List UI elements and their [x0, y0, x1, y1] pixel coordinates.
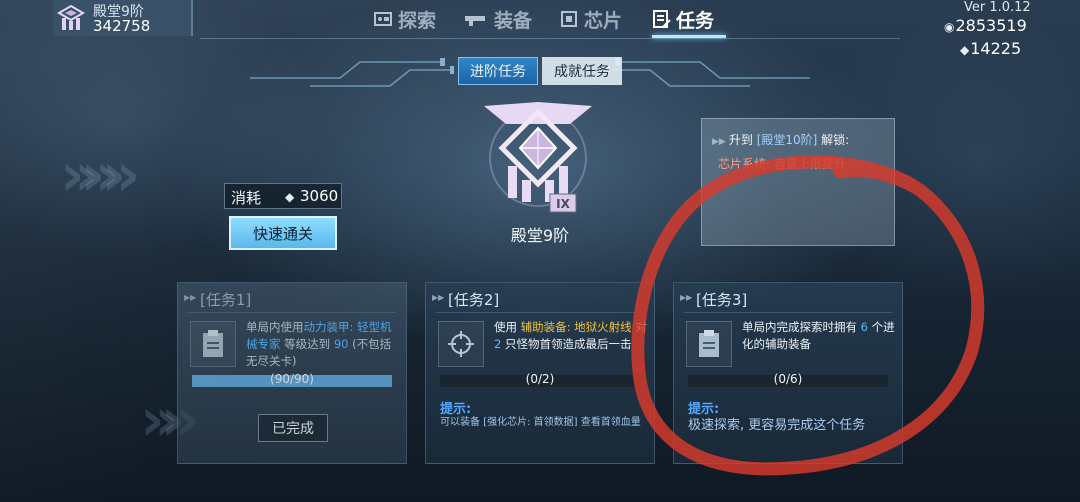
task-icon [653, 10, 671, 28]
desc-text: 单局内使用 [246, 320, 304, 334]
desc-number: 2 [494, 337, 502, 351]
quest-desc: 单局内使用动力装甲: 轻型机械专家 等级达到 90 (不包括无尽关卡) [246, 319, 402, 370]
top-nav: 探索 装备 芯片 任务 [360, 4, 740, 38]
quest-card-1: ▶▶ [任务1] 单局内使用动力装甲: 轻型机械专家 等级达到 90 (不包括无… [177, 282, 407, 464]
tab-chip[interactable]: 芯片 [558, 4, 622, 34]
sub-tabs: 进阶任务 成就任务 [458, 57, 626, 85]
card-divider [436, 312, 644, 313]
unlock-target: [殿堂10阶] [756, 133, 818, 147]
crystal-value: 14225 [970, 39, 1022, 58]
top-divider [200, 38, 900, 39]
coin-icon: ◉ [944, 20, 955, 34]
decorative-chevrons: »» [140, 385, 199, 455]
arrow-icon: ▶▶ [680, 293, 693, 302]
coin-value: 2853519 [955, 16, 1027, 35]
desc-number: 6 [860, 320, 868, 334]
player-score: 342758 [93, 17, 151, 35]
tab-task[interactable]: 任务 [650, 4, 714, 34]
coin-counter: ◉2853519 [944, 16, 1027, 35]
explore-icon [374, 12, 392, 26]
unlock-suffix: 解锁: [821, 133, 850, 147]
rank-emblem: IX [484, 102, 592, 213]
hint-text: 极速探索, 更容易完成这个任务 [688, 418, 866, 433]
player-card[interactable]: 殿堂9阶 342758 [53, 0, 193, 36]
unlock-title: ▶▶ 升到 [殿堂10阶] 解锁: [712, 131, 849, 148]
tab-achievement-tasks[interactable]: 成就任务 [542, 57, 622, 85]
tab-equipment[interactable]: 装备 [460, 4, 532, 34]
desc-text: 使用 [494, 320, 517, 334]
quest-desc: 使用 辅助装备: 地狱火射线 对 2 只怪物首领造成最后一击 [494, 319, 650, 353]
decorative-chevrons: »»» [60, 140, 140, 210]
completed-button[interactable]: 已完成 [258, 414, 328, 442]
tab-advanced-tasks[interactable]: 进阶任务 [458, 57, 538, 85]
quest-desc: 单局内完成探索时拥有 6 个进化的辅助装备 [742, 319, 898, 353]
hint-text: 可以装备 [强化芯片: 首领数据] 查看首领血量 [440, 417, 641, 428]
progress-text: (0/2) [525, 372, 555, 386]
rank-numeral: IX [556, 197, 570, 211]
clipboard-icon [686, 321, 732, 367]
arrow-icon: ▶▶ [184, 293, 197, 302]
tab-task-label: 任务 [676, 9, 715, 32]
version-label: Ver 1.0.12 [964, 0, 1031, 15]
desc-text: 单局内完成探索时拥有 [742, 320, 857, 334]
quest-title: [任务1] [200, 291, 252, 309]
desc-highlight: 辅助装备: 地狱火射线 [520, 320, 632, 334]
crystal-counter: ◆14225 [960, 39, 1021, 58]
cost-value: ◆ 3060 [285, 187, 338, 205]
tab-explore-label: 探索 [398, 9, 437, 32]
quick-clear-button[interactable]: 快速通关 [229, 216, 337, 250]
rank-emblem-icon [57, 4, 85, 30]
chip-icon [561, 11, 577, 27]
progress-text: (90/90) [270, 372, 314, 386]
progress-text: (0/6) [773, 372, 803, 386]
clipboard-icon [190, 321, 236, 367]
tab-chip-label: 芯片 [584, 9, 623, 32]
quest-card-2: ▶▶ [任务2] 使用 辅助装备: 地狱火射线 对 2 只怪物首领造成最后一击 … [425, 282, 655, 464]
crystal-icon: ◆ [285, 190, 295, 204]
cost-box: 消耗 ◆ 3060 [224, 183, 342, 209]
unlock-desc: 芯片系统: 容量上限提升 [718, 157, 846, 171]
arrow-icon: ▶▶ [712, 137, 726, 147]
unlock-panel: ▶▶ 升到 [殿堂10阶] 解锁: 芯片系统: 容量上限提升 [701, 118, 895, 246]
card-divider [188, 312, 396, 313]
desc-text: 等级达到 [284, 337, 331, 351]
crosshair-icon [438, 321, 484, 367]
quest-title: [任务2] [448, 291, 500, 309]
quest-title: [任务3] [696, 291, 748, 309]
gun-icon [465, 16, 485, 26]
desc-text: 只怪物首领造成最后一击 [504, 337, 632, 351]
cost-label: 消耗 [231, 189, 262, 207]
desc-number: 90 [333, 337, 349, 351]
cost-amount: 3060 [300, 187, 339, 205]
tab-equipment-label: 装备 [494, 9, 533, 32]
quest-card-3: ▶▶ [任务3] 单局内完成探索时拥有 6 个进化的辅助装备 (0/6) 提示:… [673, 282, 903, 464]
crystal-icon: ◆ [960, 43, 970, 57]
unlock-prefix: 升到 [728, 133, 753, 147]
rank-name: 殿堂9阶 [510, 226, 570, 245]
card-divider [684, 312, 892, 313]
tab-explore[interactable]: 探索 [372, 4, 436, 34]
arrow-icon: ▶▶ [432, 293, 445, 302]
desc-text: 对 [635, 320, 647, 334]
